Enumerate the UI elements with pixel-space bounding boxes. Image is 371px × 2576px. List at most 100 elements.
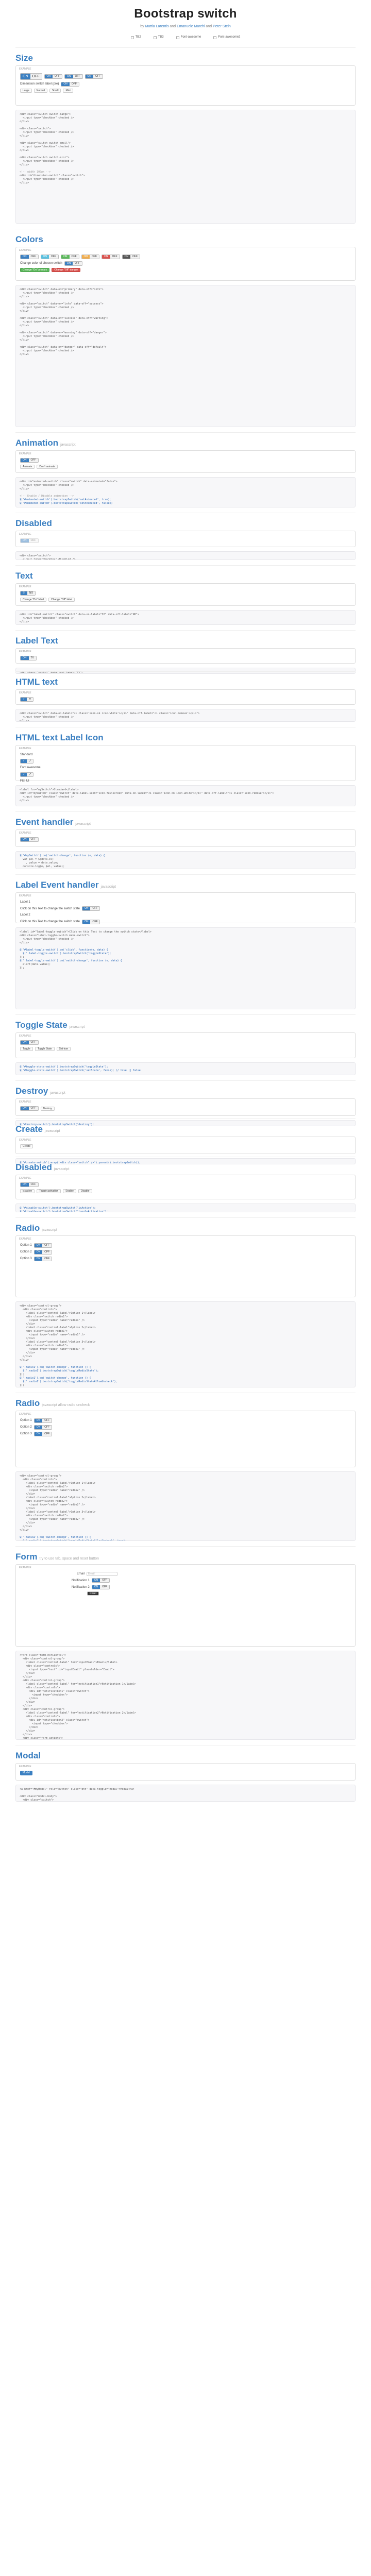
code-line: <label class="control-label">Option 2</l… <box>20 1496 96 1499</box>
toggle-button[interactable]: Toggle <box>20 1047 33 1051</box>
color-switch[interactable]: ON OFF <box>102 255 120 259</box>
create-button[interactable]: Create <box>20 1144 33 1148</box>
code-line: <div id="dimension-switch" class="switch… <box>20 174 85 177</box>
color-switch[interactable]: ON OFF <box>40 255 59 259</box>
disable-button[interactable]: Disable <box>78 1189 92 1193</box>
label-event-switch-2[interactable]: ON OFF <box>81 919 100 924</box>
toggle-tb2[interactable]: TB2 <box>130 35 141 39</box>
animated-switch[interactable]: ON OFF <box>20 458 39 463</box>
code-line: <div class="modal-body"> <box>20 1795 57 1798</box>
is-active-button[interactable]: is active <box>20 1189 35 1193</box>
toggle-state-button[interactable]: Toggle State <box>35 1047 55 1051</box>
radio-option-label: Option 3 <box>20 1432 32 1436</box>
radio-switch[interactable]: ON OFF <box>33 1257 53 1261</box>
normal-switch[interactable]: ON OFF <box>44 74 62 79</box>
code-block: $('#mySwitch').on('switch-change', funct… <box>15 851 356 869</box>
toggle-fa[interactable]: Font-awesome <box>176 35 201 39</box>
switch-on-label: ON <box>34 1244 43 1247</box>
example-box: Example ON OFF Destroy <box>15 1098 356 1116</box>
toggle-tb3[interactable]: TB3 <box>153 35 164 39</box>
small-switch[interactable]: ON OFF <box>64 74 83 79</box>
code-block: <div class="control-group"> <div class="… <box>15 1301 356 1387</box>
animate-button[interactable]: Animate <box>20 465 35 469</box>
example-tag: Example <box>19 1100 31 1104</box>
mini-switch[interactable]: ON OFF <box>85 74 103 79</box>
color-switch[interactable]: ON OFF <box>20 255 39 259</box>
code-line: </div> <box>20 163 29 166</box>
dimension-switch[interactable]: ON OFF <box>61 82 79 87</box>
disable-switch[interactable]: ON OFF <box>20 1182 39 1187</box>
radio-switch[interactable]: ON OFF <box>33 1243 53 1248</box>
demo-row: Change color of chosen switch ON OFF <box>20 261 351 266</box>
checkbox-icon[interactable] <box>213 36 217 39</box>
radio-uncheck-switch[interactable]: ON OFF <box>33 1425 53 1430</box>
code-line: <div class="switch radio1"> <box>20 1315 68 1318</box>
section-subtitle: javascript <box>50 1091 65 1095</box>
radio-uncheck-switch[interactable]: ON OFF <box>33 1432 53 1436</box>
code-block: <label for="mySwitch">Standard</label> <d… <box>15 785 356 806</box>
switch-off-label: OFF <box>42 1257 52 1261</box>
destroy-button[interactable]: Destroy <box>40 1106 55 1111</box>
set-true-button[interactable]: Set true <box>56 1047 71 1051</box>
color-switch[interactable]: ON OFF <box>122 255 140 259</box>
color-switch[interactable]: ON OFF <box>61 255 79 259</box>
code-line: <input type="checkbox" checked /> <box>20 938 74 941</box>
size-button[interactable]: Mini <box>63 89 73 93</box>
destroy-switch[interactable]: ON OFF <box>20 1106 39 1111</box>
switch-off-label: OFF <box>49 255 58 259</box>
checkbox-icon[interactable] <box>176 36 179 39</box>
large-switch[interactable]: ON OFF <box>20 73 42 80</box>
code-line: </div> <box>20 338 29 342</box>
html-text-switch[interactable]: ✓ ✕ <box>20 697 34 702</box>
color-target-switch[interactable]: ON OFF <box>64 261 83 266</box>
change-off-danger-button[interactable]: Change "Off" danger <box>52 268 81 272</box>
change-on-label-button[interactable]: Change "On" label <box>20 598 47 602</box>
change-off-label-button[interactable]: Change "Off" label <box>48 598 75 602</box>
author-link-3[interactable]: Peter Stein <box>213 25 231 28</box>
demo-row: Option 1 ON OFF <box>20 1243 351 1248</box>
switch-off-label: OFF <box>53 75 62 78</box>
dont-animate-button[interactable]: Don't animate <box>37 465 58 469</box>
author-link-2[interactable]: Emanuele Marchi <box>177 25 205 28</box>
checkbox-icon[interactable] <box>130 36 134 39</box>
size-button[interactable]: Large <box>20 89 32 93</box>
icon-switch[interactable]: ✓⤢ <box>20 759 34 764</box>
radio-switch[interactable]: ON OFF <box>33 1250 53 1255</box>
toggle-activation-button[interactable]: Toggle activation <box>37 1189 61 1193</box>
notification2-switch[interactable]: ON OFF <box>91 1585 110 1590</box>
icon-switch[interactable]: ✓⤢ <box>20 772 34 777</box>
switch-off-label: OFF <box>42 1419 52 1422</box>
example-tag: Example <box>19 67 31 71</box>
size-button[interactable]: Normal <box>33 89 47 93</box>
enable-button[interactable]: Enable <box>63 1189 76 1193</box>
notification1-switch[interactable]: ON OFF <box>91 1578 110 1583</box>
code-line: </div> <box>20 1529 29 1532</box>
radio-uncheck-switch[interactable]: ON OFF <box>33 1418 53 1423</box>
notification1-label: Notification 1 <box>72 1579 90 1582</box>
size-button[interactable]: Small <box>49 89 61 93</box>
toggle-state-switch[interactable]: ON OFF <box>20 1040 39 1045</box>
modal-button[interactable]: Modal <box>20 1771 32 1775</box>
code-line: <label class="control-label">Option 1</l… <box>20 1482 96 1485</box>
email-input[interactable]: Email <box>87 1572 118 1577</box>
label-text-switch[interactable]: ON TV <box>20 656 37 660</box>
reset-button[interactable]: Reset <box>87 1591 99 1596</box>
toggle-fa2[interactable]: Font-awesome2 <box>213 35 240 39</box>
section-title: Disabled <box>15 517 52 530</box>
code-line: }); <box>20 956 25 959</box>
author-link-1[interactable]: Mattia Larentis <box>145 25 169 28</box>
code-line: </div> <box>20 149 29 152</box>
change-on-primary-button[interactable]: Change "On" primary <box>20 268 50 272</box>
example-box: Example ON TV <box>15 648 356 664</box>
label-switch[interactable]: SI NO <box>20 591 36 596</box>
disabled-switch[interactable]: ON OFF <box>20 538 39 543</box>
label-event-switch-1[interactable]: ON OFF <box>81 906 100 911</box>
example-tag: Example <box>19 832 31 835</box>
code-line: $('.radio1').bootstrapSwitch('toggleRadi… <box>20 1380 117 1383</box>
event-switch[interactable]: ON OFF <box>20 837 39 842</box>
section-title-text: Radio <box>15 1223 40 1233</box>
checkbox-icon[interactable] <box>153 36 157 39</box>
section-title-text: Toggle State <box>15 1020 68 1030</box>
color-switch[interactable]: ON OFF <box>81 255 99 259</box>
